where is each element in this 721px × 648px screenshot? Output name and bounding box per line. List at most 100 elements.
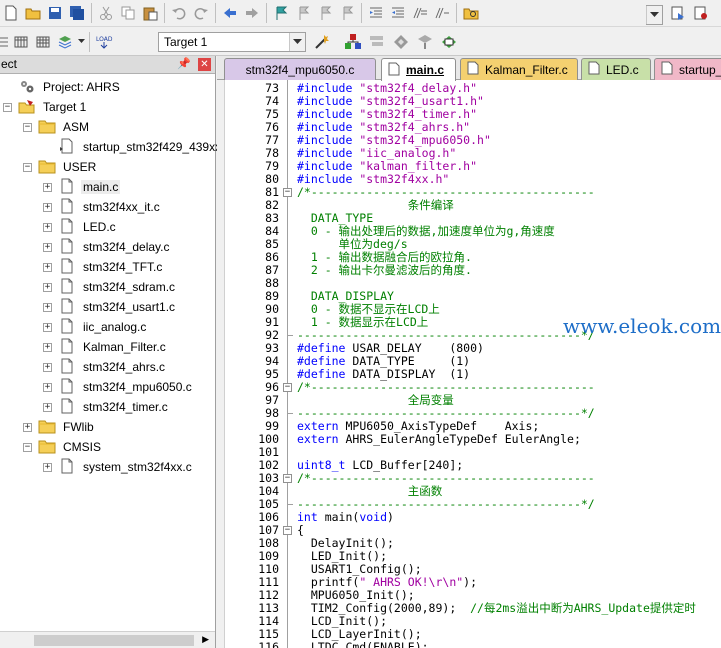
- tree-file[interactable]: + stm32f4_timer.c: [43, 397, 170, 417]
- file-icon: [58, 338, 76, 357]
- open-folder-icon[interactable]: [22, 2, 44, 24]
- expand-icon[interactable]: +: [43, 182, 52, 192]
- target-select[interactable]: Target 1: [158, 32, 306, 52]
- save-icon[interactable]: [44, 2, 66, 24]
- tree-item-label: CMSIS: [63, 440, 102, 454]
- expand-icon[interactable]: +: [43, 242, 52, 252]
- editor-tab-label: startup_: [679, 62, 721, 77]
- project-icon: [18, 78, 36, 97]
- editor-tab[interactable]: stm32f4_mpu6050.c: [224, 58, 376, 80]
- editor-tab[interactable]: Kalman_Filter.c: [460, 58, 578, 80]
- collapse-icon[interactable]: −: [3, 102, 12, 112]
- close-icon[interactable]: ✕: [198, 58, 211, 71]
- debug-session-icon[interactable]: [667, 2, 689, 24]
- expand-icon[interactable]: +: [43, 282, 52, 292]
- editor-tab-label: Kalman_Filter.c: [485, 62, 568, 77]
- tree-project-root[interactable]: Project: AHRS: [3, 77, 122, 97]
- expand-icon[interactable]: +: [23, 422, 32, 432]
- build-toolbar: LOAD Target 1: [0, 28, 721, 56]
- translate-icon[interactable]: [0, 31, 10, 53]
- tree-file[interactable]: + system_stm32f4xx.c: [43, 457, 194, 477]
- code-editor[interactable]: 73 #include "stm32f4_delay.h" 74 #include "…: [217, 80, 721, 648]
- tree-item-label: stm32f4_sdram.c: [83, 280, 176, 294]
- download-load-icon[interactable]: LOAD: [93, 31, 115, 53]
- pin-icon[interactable]: 📌: [177, 56, 191, 73]
- expand-icon[interactable]: +: [43, 222, 52, 232]
- tree-group-fwlib[interactable]: + FWlib: [23, 417, 96, 437]
- editor-tab[interactable]: startup_: [654, 58, 721, 80]
- expand-icon[interactable]: +: [43, 362, 52, 372]
- tree-file[interactable]: + stm32f4_usart1.c: [43, 297, 177, 317]
- editor-tab[interactable]: main.c: [381, 58, 456, 81]
- code-text: int main(void): [297, 510, 394, 524]
- expand-icon[interactable]: +: [43, 202, 52, 212]
- target-options-icon[interactable]: [311, 31, 333, 53]
- undo-icon[interactable]: [168, 2, 190, 24]
- insert-remove-breakpoint-icon[interactable]: [690, 2, 712, 24]
- manage-rte-icon[interactable]: [390, 31, 412, 53]
- tree-group-cmsis[interactable]: − CMSIS: [23, 437, 103, 457]
- rebuild-icon[interactable]: [32, 31, 54, 53]
- collapse-icon[interactable]: −: [283, 474, 292, 483]
- expand-icon[interactable]: +: [43, 302, 52, 312]
- file-icon: [58, 318, 76, 337]
- collapse-icon[interactable]: −: [283, 188, 292, 197]
- paste-icon[interactable]: [139, 2, 161, 24]
- bookmark-toggle-icon[interactable]: [270, 2, 292, 24]
- tree-file[interactable]: + iic_analog.c: [43, 317, 148, 337]
- collapse-icon[interactable]: −: [23, 122, 32, 132]
- tree-item-label: USER: [63, 160, 97, 174]
- code-text: LTDC_Cmd(ENABLE);: [297, 640, 429, 648]
- chevron-down-icon[interactable]: [76, 31, 86, 53]
- build-icon[interactable]: [10, 31, 32, 53]
- expand-icon[interactable]: +: [43, 462, 52, 472]
- tree-file[interactable]: + stm32f4_ahrs.c: [43, 357, 167, 377]
- tree-file[interactable]: + stm32f4_TFT.c: [43, 257, 164, 277]
- tree-file[interactable]: + stm32f4xx_it.c: [43, 197, 162, 217]
- manage-project-items-icon[interactable]: [342, 31, 364, 53]
- expand-icon[interactable]: +: [43, 322, 52, 332]
- expand-icon[interactable]: +: [43, 262, 52, 272]
- select-packs-icon[interactable]: [366, 31, 388, 53]
- tree-file[interactable]: + Kalman_Filter.c: [43, 337, 168, 357]
- new-file-icon[interactable]: [0, 2, 22, 24]
- tree-file[interactable]: startup_stm32f429_439xx: [43, 137, 223, 157]
- software-packs-icon[interactable]: [438, 31, 460, 53]
- file-icon: [467, 61, 479, 78]
- project-panel-title: ect: [1, 57, 18, 71]
- tree-file[interactable]: + main.c: [43, 177, 121, 197]
- pack-installer-icon[interactable]: [414, 31, 436, 53]
- editor-tab[interactable]: LED.c: [581, 58, 651, 80]
- save-all-icon[interactable]: [66, 2, 88, 24]
- collapse-icon[interactable]: −: [23, 162, 32, 172]
- tree-file[interactable]: + stm32f4_delay.c: [43, 237, 172, 257]
- tree-item-label: system_stm32f4xx.c: [83, 460, 192, 474]
- tree-item-label: main.c: [81, 180, 121, 194]
- collapse-icon[interactable]: −: [23, 442, 32, 452]
- cut-icon[interactable]: [95, 2, 117, 24]
- scrollbar-thumb[interactable]: [34, 635, 194, 646]
- tree-group-asm[interactable]: − ASM: [23, 117, 91, 137]
- collapse-icon[interactable]: −: [283, 383, 292, 392]
- tree-file[interactable]: + stm32f4_mpu6050.c: [43, 377, 194, 397]
- expand-icon[interactable]: +: [43, 402, 52, 412]
- editor-tab-label: LED.c: [606, 62, 639, 77]
- horizontal-scrollbar[interactable]: ▶: [0, 631, 215, 648]
- target-icon: [18, 98, 36, 117]
- redo-icon[interactable]: [190, 2, 212, 24]
- tree-group-user[interactable]: − USER: [23, 157, 98, 177]
- expand-icon[interactable]: +: [43, 382, 52, 392]
- collapse-icon[interactable]: −: [283, 526, 292, 535]
- nav-forward-icon[interactable]: [241, 2, 263, 24]
- scroll-right-icon[interactable]: ▶: [202, 635, 209, 645]
- tree-file[interactable]: + LED.c: [43, 217, 118, 237]
- nav-back-icon[interactable]: [219, 2, 241, 24]
- code-line: 103−/*----------------------------------…: [217, 472, 721, 485]
- batch-build-icon[interactable]: [54, 31, 76, 53]
- tree-target[interactable]: − Target 1: [3, 97, 88, 117]
- tree-file[interactable]: + stm32f4_sdram.c: [43, 277, 177, 297]
- expand-icon[interactable]: +: [43, 342, 52, 352]
- code-line: 84 0 - 输出处理后的数据,加速度单位为g,角速度: [217, 225, 721, 238]
- copy-icon[interactable]: [117, 2, 139, 24]
- find-combo[interactable]: [646, 5, 663, 25]
